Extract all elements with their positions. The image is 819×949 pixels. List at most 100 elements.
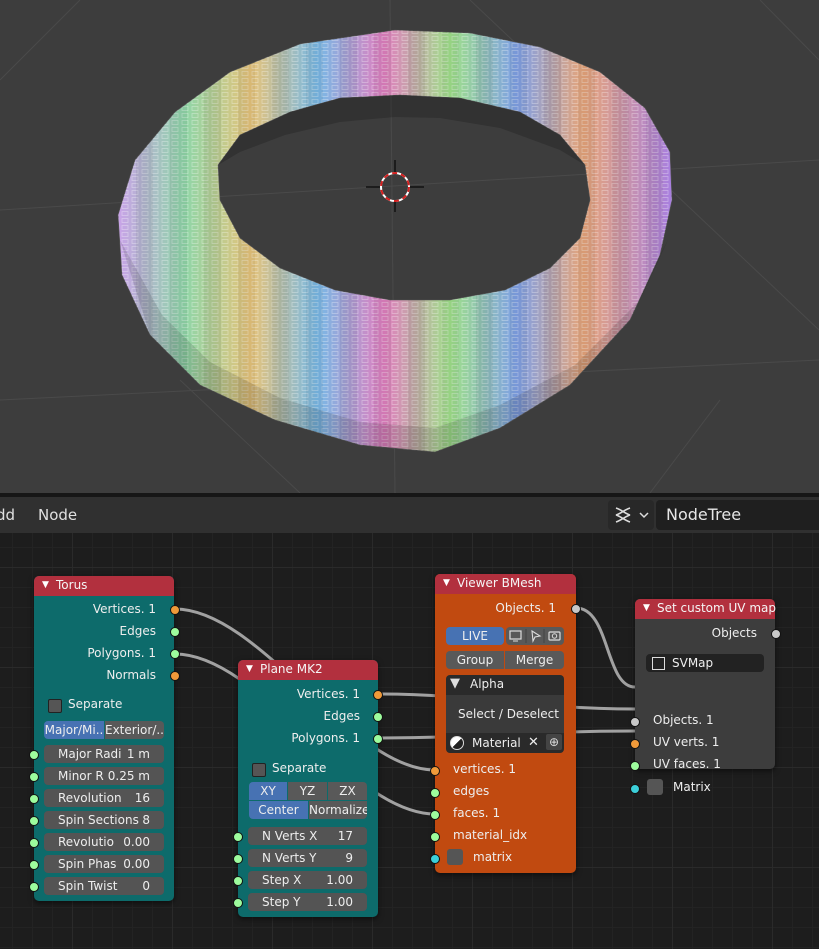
collapse-arrow-icon[interactable]: ▼ xyxy=(443,578,450,588)
field-revolutions[interactable]: Revolution 16 xyxy=(44,789,164,807)
socket-matrix-in[interactable] xyxy=(630,784,640,794)
socket-polygons-out[interactable] xyxy=(373,734,383,744)
normalize-button[interactable]: Normalize xyxy=(309,801,367,819)
select-deselect-label: Select / Deselect xyxy=(458,707,559,721)
material-field[interactable]: Material ✕ ⊕ xyxy=(446,733,564,753)
socket-input[interactable] xyxy=(29,750,39,760)
group-button[interactable]: Group xyxy=(446,651,504,669)
uv-map-icon xyxy=(652,657,665,670)
socket-vertices-out[interactable] xyxy=(373,690,383,700)
input-label: Matrix xyxy=(673,780,711,794)
socket-normals-out[interactable] xyxy=(170,671,180,681)
socket-input[interactable] xyxy=(233,832,243,842)
socket-input[interactable] xyxy=(29,794,39,804)
merge-button[interactable]: Merge xyxy=(505,651,564,669)
node-header[interactable]: ▼ Torus xyxy=(34,576,174,596)
socket-input[interactable] xyxy=(233,854,243,864)
display-icons xyxy=(509,629,561,643)
link-viewer-objects-to-uv xyxy=(575,606,636,689)
clear-material-icon[interactable]: ✕ xyxy=(528,735,539,750)
socket-objects-in[interactable] xyxy=(630,717,640,727)
alpha-label: Alpha xyxy=(470,677,505,691)
socket-objects-out[interactable] xyxy=(571,604,581,614)
socket-material-idx-in[interactable] xyxy=(430,832,440,842)
field-step-x[interactable]: Step X 1.00 xyxy=(248,871,367,889)
output-label: Vertices. 1 xyxy=(92,602,156,616)
input-label: material_idx xyxy=(453,828,528,842)
socket-input[interactable] xyxy=(29,838,39,848)
node-tree-type-selector[interactable] xyxy=(608,500,654,530)
node-tree-name-field[interactable]: NodeTree xyxy=(656,500,819,530)
input-label: edges xyxy=(453,784,490,798)
input-label: faces. 1 xyxy=(453,806,501,820)
socket-edges-out[interactable] xyxy=(170,627,180,637)
socket-input[interactable] xyxy=(233,898,243,908)
output-label: Objects. 1 xyxy=(495,601,556,615)
field-major-radius[interactable]: Major Radi 1 m xyxy=(44,745,164,763)
socket-matrix-in[interactable] xyxy=(430,854,440,864)
add-material-icon[interactable]: ⊕ xyxy=(546,734,562,750)
alpha-object-field[interactable]: ▼ Alpha xyxy=(446,675,564,695)
center-button[interactable]: Center xyxy=(249,801,308,819)
mode-exterior-button[interactable]: Exterior/.. xyxy=(105,721,164,739)
socket-polygons-out[interactable] xyxy=(170,649,180,659)
socket-objects-out[interactable] xyxy=(771,629,781,639)
field-spin-phase[interactable]: Spin Phas 0.00 xyxy=(44,855,164,873)
node-plane-mk2[interactable]: ▼ Plane MK2 Vertices. 1 Edges Polygons. … xyxy=(233,660,383,917)
socket-vertices-in[interactable] xyxy=(430,766,440,776)
sverchok-icon xyxy=(615,507,649,523)
material-label: Material xyxy=(472,736,521,750)
field-revolution-phase[interactable]: Revolutio 0.00 xyxy=(44,833,164,851)
node-set-custom-uv-map[interactable]: ▼ Set custom UV map Objects SVMap Object… xyxy=(630,599,781,795)
axis-zx-button[interactable]: ZX xyxy=(328,782,367,800)
visibility-toggles[interactable] xyxy=(506,627,564,645)
node-header[interactable]: ▼ Plane MK2 xyxy=(238,660,378,680)
node-header[interactable]: ▼ Viewer BMesh xyxy=(435,574,576,594)
input-label: matrix xyxy=(473,850,513,864)
field-spin-sections[interactable]: Spin Sections 8 xyxy=(44,811,164,829)
socket-uv-faces-in[interactable] xyxy=(630,761,640,771)
socket-input[interactable] xyxy=(29,816,39,826)
collapse-arrow-icon[interactable]: ▼ xyxy=(643,603,650,613)
node-header[interactable]: ▼ Set custom UV map xyxy=(635,599,776,619)
viewport-scene xyxy=(0,0,819,493)
input-label: UV verts. 1 xyxy=(653,735,720,749)
separate-label: Separate xyxy=(68,697,123,711)
socket-vertices-out[interactable] xyxy=(170,605,180,615)
field-step-y[interactable]: Step Y 1.00 xyxy=(248,893,367,911)
socket-uv-verts-in[interactable] xyxy=(630,739,640,749)
collapse-arrow-icon[interactable]: ▼ xyxy=(246,664,253,674)
field-n-verts-y[interactable]: N Verts Y9 xyxy=(248,849,367,867)
field-minor-radius[interactable]: Minor R 0.25 m xyxy=(44,767,164,785)
field-n-verts-x[interactable]: N Verts X 17 xyxy=(248,827,367,845)
socket-edges-out[interactable] xyxy=(373,712,383,722)
output-label: Edges xyxy=(119,624,156,638)
field-spin-twist[interactable]: Spin Twist 0 xyxy=(44,877,164,895)
live-toggle[interactable]: LIVE xyxy=(446,627,504,645)
node-torus[interactable]: ▼ Torus Vertices. 1 Edges Polygons. 1 No… xyxy=(29,576,180,901)
socket-edges-in[interactable] xyxy=(430,788,440,798)
node-title: Plane MK2 xyxy=(260,662,323,676)
separate-label: Separate xyxy=(272,761,327,775)
socket-input[interactable] xyxy=(233,876,243,886)
uv-map-name-field[interactable]: SVMap xyxy=(646,654,764,672)
collapse-arrow-icon[interactable]: ▼ xyxy=(42,580,49,590)
node-viewer-bmesh[interactable]: ▼ Viewer BMesh Objects. 1 LIVE Group Mer… xyxy=(430,574,581,873)
socket-faces-in[interactable] xyxy=(430,810,440,820)
node-editor-canvas[interactable]: ▼ Torus Vertices. 1 Edges Polygons. 1 No… xyxy=(0,533,819,949)
3d-viewport[interactable] xyxy=(0,0,819,493)
uv-map-name: SVMap xyxy=(672,656,714,670)
mode-major-minor-button[interactable]: Major/Mi.. xyxy=(44,721,104,739)
menu-add[interactable]: dd xyxy=(0,506,15,524)
socket-input[interactable] xyxy=(29,772,39,782)
output-label: Normals xyxy=(106,668,156,682)
separate-checkbox[interactable] xyxy=(252,763,266,777)
socket-input[interactable] xyxy=(29,860,39,870)
separate-checkbox[interactable] xyxy=(48,699,62,713)
axis-yz-button[interactable]: YZ xyxy=(288,782,327,800)
select-deselect-button[interactable]: Select / Deselect xyxy=(446,695,564,733)
mesh-icon: ▼ xyxy=(450,676,460,691)
socket-input[interactable] xyxy=(29,882,39,892)
axis-xy-button[interactable]: XY xyxy=(249,782,287,800)
menu-node[interactable]: Node xyxy=(38,506,77,524)
